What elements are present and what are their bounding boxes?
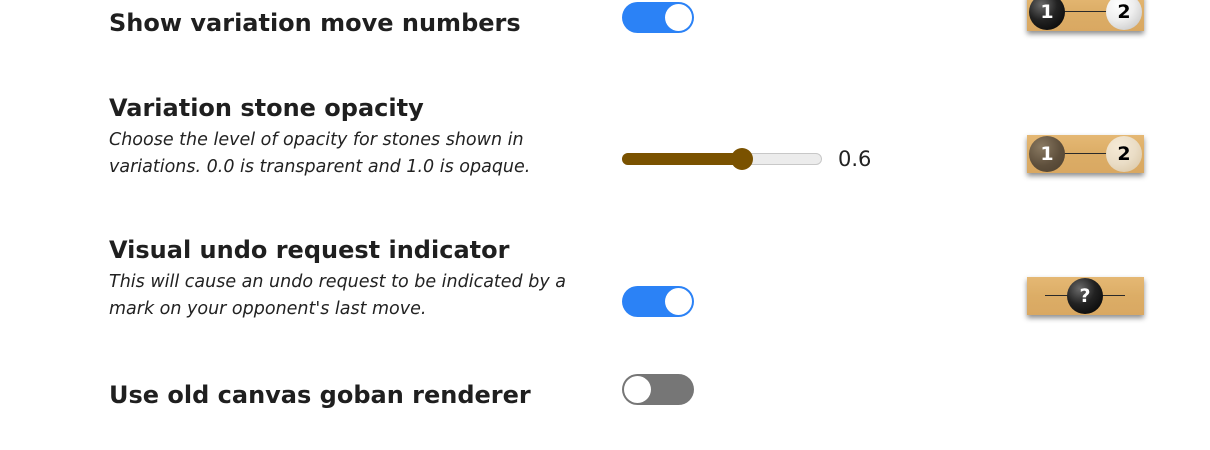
black-stone-numbered: 1 xyxy=(1029,0,1065,30)
stone-number: 1 xyxy=(1040,1,1054,23)
black-stone-undo-mark: ? xyxy=(1067,278,1103,314)
question-mark-icon: ? xyxy=(1079,285,1091,307)
stone-number: 2 xyxy=(1117,1,1131,23)
slider-thumb[interactable] xyxy=(731,148,753,170)
black-stone-translucent: 1 xyxy=(1029,136,1065,172)
stone-number: 1 xyxy=(1040,143,1054,165)
setting-title-visual-undo: Visual undo request indicator xyxy=(109,236,510,264)
variation-opacity-preview: 1 2 xyxy=(1027,135,1144,173)
old-canvas-toggle[interactable] xyxy=(622,374,694,405)
setting-title-old-canvas: Use old canvas goban renderer xyxy=(109,381,531,409)
setting-title-variation-numbers: Show variation move numbers xyxy=(109,9,521,37)
visual-undo-preview: ? xyxy=(1027,277,1144,315)
setting-description-visual-undo: This will cause an undo request to be in… xyxy=(109,272,566,319)
variation-opacity-slider[interactable] xyxy=(622,148,822,170)
variation-numbers-preview: 1 2 xyxy=(1027,0,1144,31)
toggle-knob xyxy=(624,376,651,403)
white-stone-translucent: 2 xyxy=(1106,136,1142,172)
variation-opacity-value: 0.6 xyxy=(838,147,872,171)
stone-number: 2 xyxy=(1117,143,1131,165)
toggle-knob xyxy=(665,4,692,31)
setting-title-variation-opacity: Variation stone opacity xyxy=(109,94,424,122)
toggle-knob xyxy=(665,288,692,315)
white-stone-numbered: 2 xyxy=(1106,0,1142,30)
visual-undo-toggle[interactable] xyxy=(622,286,694,317)
slider-fill xyxy=(622,153,742,165)
variation-numbers-toggle[interactable] xyxy=(622,2,694,33)
setting-description-variation-opacity: Choose the level of opacity for stones s… xyxy=(109,130,531,177)
